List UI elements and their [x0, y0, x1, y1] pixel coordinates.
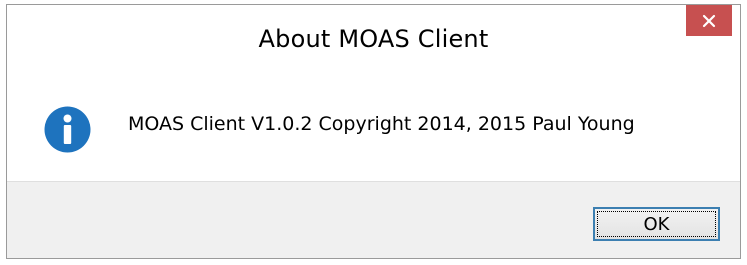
close-button[interactable]	[686, 5, 732, 36]
button-bar: OK	[7, 181, 740, 258]
dialog-content: MOAS Client V1.0.2 Copyright 2014, 2015 …	[7, 79, 740, 181]
close-icon	[702, 14, 716, 28]
about-message: MOAS Client V1.0.2 Copyright 2014, 2015 …	[128, 113, 635, 135]
about-dialog: About MOAS Client MOAS Client V1.0.2 Cop…	[6, 4, 741, 259]
info-icon	[44, 106, 91, 153]
ok-button-label: OK	[643, 213, 670, 235]
ok-button[interactable]: OK	[593, 207, 720, 241]
dialog-title: About MOAS Client	[258, 25, 489, 53]
title-bar: About MOAS Client	[7, 5, 740, 79]
